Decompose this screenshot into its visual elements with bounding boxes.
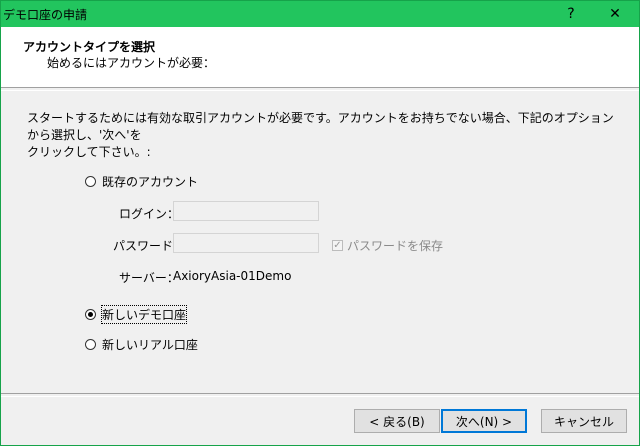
close-button[interactable]: ✕ bbox=[593, 1, 637, 27]
window-title: デモ口座の申請 bbox=[3, 8, 88, 22]
help-button[interactable]: ? bbox=[549, 1, 593, 27]
login-input[interactable] bbox=[173, 201, 319, 221]
next-button[interactable]: 次へ(N) > bbox=[441, 409, 527, 433]
intro-text: スタートするためには有効な取引アカウントが必要です。アカウントをお持ちでない場合… bbox=[27, 110, 617, 161]
save-password-label[interactable]: パスワードを保存 bbox=[347, 237, 443, 254]
back-button[interactable]: < 戻る(B) bbox=[354, 409, 440, 433]
header-title: アカウントタイプを選択 bbox=[23, 40, 156, 54]
radio-existing-label[interactable]: 既存のアカウント bbox=[102, 173, 198, 190]
server-value: AxioryAsia-01Demo bbox=[173, 269, 292, 283]
radio-button-icon[interactable] bbox=[85, 176, 96, 187]
save-password-checkbox[interactable]: ✓ パスワードを保存 bbox=[332, 237, 443, 254]
cancel-button[interactable]: キャンセル bbox=[541, 409, 627, 433]
radio-button-icon[interactable] bbox=[85, 339, 96, 350]
header-subtitle: 始めるにはアカウントが必要： bbox=[47, 56, 216, 70]
header-divider bbox=[1, 87, 639, 91]
dialog-window: デモ口座の申請 ? ✕ アカウントタイプを選択 始めるにはアカウントが必要： ス… bbox=[0, 0, 640, 446]
radio-real-label[interactable]: 新しいリアル口座 bbox=[102, 336, 198, 353]
radio-button-selected-icon[interactable] bbox=[85, 309, 96, 320]
password-input[interactable] bbox=[173, 233, 319, 253]
radio-demo-label[interactable]: 新しいデモ口座 bbox=[100, 305, 188, 324]
close-icon: ✕ bbox=[609, 6, 621, 22]
footer-divider bbox=[1, 393, 639, 397]
wizard-header: アカウントタイプを選択 始めるにはアカウントが必要： bbox=[1, 27, 639, 87]
title-bar[interactable]: デモ口座の申請 ? ✕ bbox=[1, 1, 639, 27]
radio-existing-account[interactable]: 既存のアカウント bbox=[85, 173, 198, 190]
radio-new-demo-account[interactable]: 新しいデモ口座 bbox=[85, 305, 188, 324]
help-icon: ? bbox=[567, 6, 575, 22]
checkbox-icon[interactable]: ✓ bbox=[332, 240, 343, 251]
radio-new-real-account[interactable]: 新しいリアル口座 bbox=[85, 336, 198, 353]
intro-line-1: スタートするためには有効な取引アカウントが必要です。アカウントをお持ちでない場合… bbox=[27, 111, 614, 142]
login-label: ログイン： bbox=[119, 207, 180, 221]
server-label: サーバー： bbox=[119, 271, 179, 285]
intro-line-2: クリックして下さい。: bbox=[27, 145, 151, 159]
